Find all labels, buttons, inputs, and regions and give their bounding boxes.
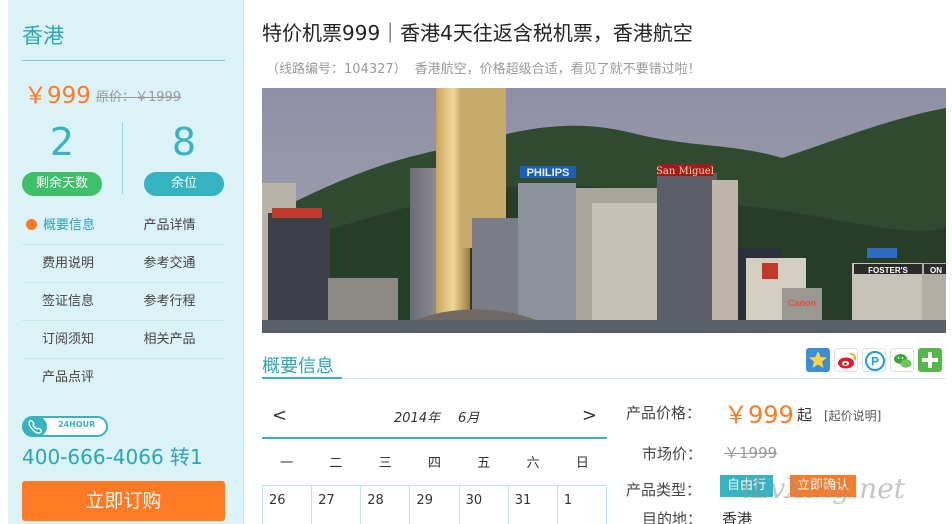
sidebar-nav: 概要信息 产品详情 费用说明 参考交通 签证信息 参考行程 订阅须知 相关产品 … <box>22 207 225 397</box>
nav-reference-itinerary[interactable]: 参考行程 <box>124 283 226 320</box>
nav-product-reviews[interactable]: 产品点评 <box>22 359 124 397</box>
product-subtitle: （线路编号：104327） 香港航空，价格超级合适，看见了就不要错过啦！ <box>266 58 701 77</box>
destination-value: 香港 <box>722 510 753 524</box>
calendar-month: 6月 <box>458 411 480 426</box>
stat-divider <box>122 122 123 194</box>
market-price: ￥1999 <box>724 444 778 462</box>
hero-sign-fosters: FOSTER'S <box>868 266 908 275</box>
price-suffix: 起 <box>797 406 813 424</box>
weibo-icon[interactable] <box>834 348 858 372</box>
hero-sign-canon: Canon <box>788 298 816 308</box>
svg-text:P: P <box>871 355 879 369</box>
market-price-label: 市场价： <box>642 445 703 463</box>
calendar-prev-month-button[interactable]: < <box>272 405 287 426</box>
destination-label: 目的地： <box>642 510 703 524</box>
nav-reference-transport[interactable]: 参考交通 <box>124 245 226 282</box>
seats-left-count: 8 <box>171 120 197 164</box>
nav-related-products[interactable]: 相关产品 <box>124 321 226 358</box>
nav-overview[interactable]: 概要信息 <box>22 207 124 244</box>
nav-visa-info[interactable]: 签证信息 <box>22 283 124 320</box>
sidebar-price: ￥999 <box>24 83 91 109</box>
product-sidebar: 香港 ￥999 原价：￥1999 2 剩余天数 8 余位 概要信息 产品详情 费… <box>8 0 244 524</box>
calendar-date-row: 26 27 28 29 30 31 1 <box>262 485 607 524</box>
nav-fee-description[interactable]: 费用说明 <box>22 245 124 282</box>
24hour-label: 24HOUR <box>58 420 96 429</box>
product-price: ￥999 <box>724 401 794 429</box>
calendar-date-cell[interactable]: 1 <box>558 486 606 524</box>
product-type-label: 产品类型： <box>626 481 702 499</box>
weekday-label: 四 <box>427 456 441 471</box>
calendar-date-cell[interactable]: 28 <box>361 486 411 524</box>
calendar-date-cell[interactable]: 27 <box>312 486 362 524</box>
price-label: 产品价格： <box>626 404 702 422</box>
calendar-date-cell[interactable]: 30 <box>460 486 509 524</box>
calendar-header: < 2014年 6月 > <box>262 397 607 439</box>
section-title-overview: 概要信息 <box>262 356 334 377</box>
calendar-date-cell[interactable]: 31 <box>509 486 558 524</box>
destination-title: 香港 <box>22 24 64 48</box>
weekday-label: 三 <box>378 456 392 471</box>
nav-booking-notes[interactable]: 订阅须知 <box>22 321 124 358</box>
hero-image: PHILIPS San Miguel Canon FOSTER'S ON <box>262 88 946 333</box>
calendar-date-cell[interactable]: 26 <box>263 486 313 524</box>
hero-sign-philips: PHILIPS <box>527 167 570 179</box>
product-title: 特价机票999｜香港4天往返含税机票，香港航空 <box>262 21 693 45</box>
weekday-label: 一 <box>280 456 294 471</box>
calendar-date-cell[interactable]: 29 <box>410 486 460 524</box>
sidebar-original-price: 原价：￥1999 <box>96 90 182 105</box>
site-watermark: iLvXing.net <box>742 472 905 505</box>
more-plus-icon[interactable] <box>918 348 942 372</box>
weekday-label: 二 <box>329 456 343 471</box>
seats-left-badge: 余位 <box>144 172 224 196</box>
hotline-number: 400-666-4066 转1 <box>22 445 203 469</box>
days-left-badge: 剩余天数 <box>22 172 102 196</box>
weekday-label: 六 <box>526 456 540 471</box>
section-title-underline <box>262 377 342 379</box>
tencent-weibo-icon[interactable]: P <box>862 348 886 372</box>
days-left-count: 2 <box>49 120 75 164</box>
calendar-weekday-row: 一 二 三 四 五 六 日 <box>262 452 607 471</box>
active-dot-icon <box>26 219 37 230</box>
wechat-icon[interactable] <box>890 348 914 372</box>
calendar-next-month-button[interactable]: > <box>582 405 597 426</box>
weekday-label: 五 <box>477 456 491 471</box>
subtitle-text: 香港航空，价格超级合适，看见了就不要错过啦！ <box>414 62 701 77</box>
qzone-star-icon[interactable] <box>806 348 830 372</box>
phone-icon <box>22 416 47 437</box>
nav-product-details[interactable]: 产品详情 <box>124 207 226 244</box>
divider <box>22 60 225 61</box>
price-note-link[interactable]: [起价说明] <box>824 407 881 424</box>
section-divider <box>262 378 946 379</box>
weekday-label: 日 <box>575 456 589 471</box>
route-code: （线路编号：104327） <box>266 62 407 77</box>
calendar-year: 2014年 <box>394 411 441 426</box>
order-now-button[interactable]: 立即订购 <box>22 481 225 521</box>
24hour-badge: 24HOUR <box>22 416 108 437</box>
hero-sign-san-miguel: San Miguel <box>656 166 714 177</box>
hero-sign-on: ON <box>930 266 942 275</box>
